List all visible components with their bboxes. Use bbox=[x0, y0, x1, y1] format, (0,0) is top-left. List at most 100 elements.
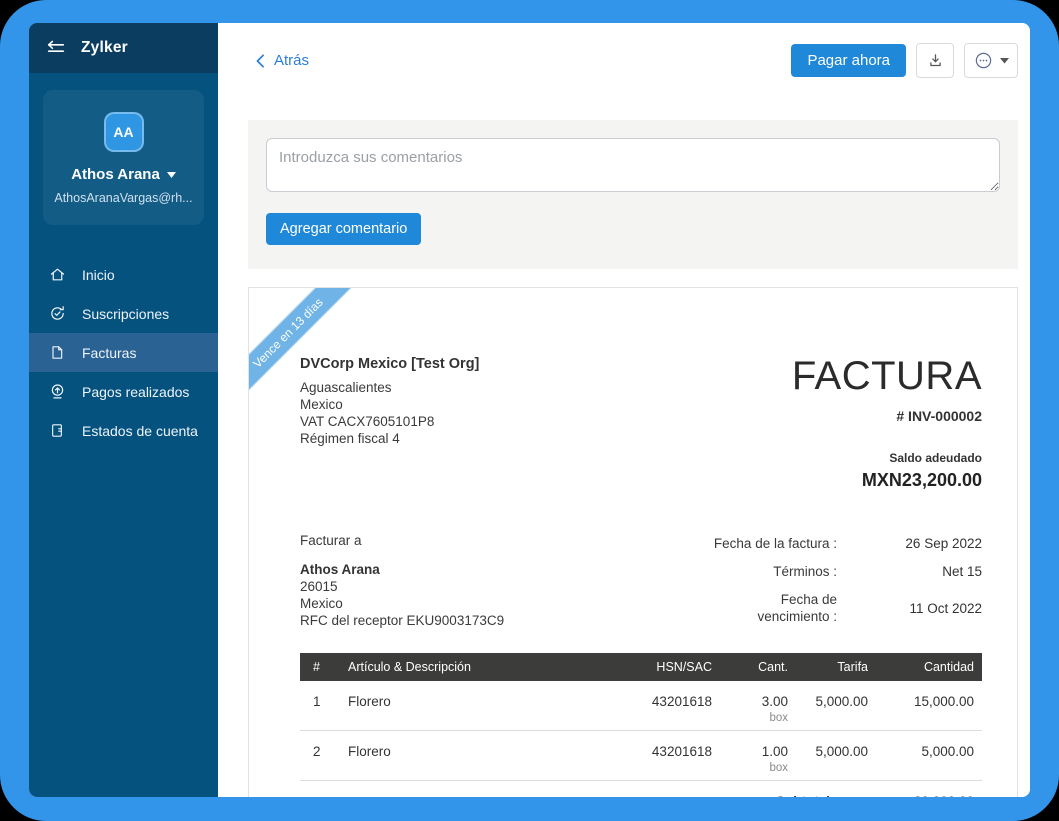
col-header-amount: Cantidad bbox=[876, 653, 982, 681]
table-row: 2 Florero 43201618 1.00 box 5,000.00 5,0… bbox=[300, 731, 982, 781]
billing-section: Facturar a Athos Arana 26015 Mexico RFC … bbox=[300, 533, 982, 629]
row-qty-value: 3.00 bbox=[728, 694, 788, 709]
col-header-hsn: HSN/SAC bbox=[620, 653, 720, 681]
more-options-button[interactable] bbox=[964, 43, 1018, 78]
terms-label: Términos : bbox=[705, 563, 837, 580]
col-header-rate: Tarifa bbox=[796, 653, 876, 681]
home-icon bbox=[48, 266, 66, 283]
download-button[interactable] bbox=[916, 43, 954, 78]
sidebar-header: Zylker bbox=[29, 23, 218, 73]
invoice-number: # INV-000002 bbox=[792, 408, 982, 424]
invoice-header: DVCorp Mexico [Test Org] Aguascalientes … bbox=[300, 356, 982, 491]
window-frame: Zylker AA Athos Arana AthosAranaVargas@r… bbox=[0, 0, 1059, 821]
meta-row-terms: Términos : Net 15 bbox=[705, 563, 982, 580]
row-hsn: 43201618 bbox=[620, 681, 720, 731]
invoice-meta: Fecha de la factura : 26 Sep 2022 Términ… bbox=[705, 535, 982, 629]
balance-due-label: Saldo adeudado bbox=[792, 451, 982, 465]
sidebar-item-pagos-realizados[interactable]: Pagos realizados bbox=[29, 372, 218, 411]
row-rate: 5,000.00 bbox=[796, 681, 876, 731]
caret-down-icon bbox=[1000, 58, 1009, 64]
avatar: AA bbox=[104, 112, 144, 152]
comment-input[interactable] bbox=[266, 138, 1000, 192]
invoice-title: FACTURA bbox=[792, 356, 982, 396]
brand-name: Zylker bbox=[81, 39, 128, 57]
profile-card: AA Athos Arana AthosAranaVargas@rh... bbox=[43, 90, 204, 225]
row-item: Florero bbox=[340, 681, 620, 731]
invoice-document: Vence en 13 días DVCorp Mexico [Test Org… bbox=[248, 287, 1018, 797]
col-header-item: Artículo & Descripción bbox=[340, 653, 620, 681]
collapse-sidebar-icon[interactable] bbox=[46, 39, 66, 57]
back-label: Atrás bbox=[274, 52, 309, 69]
comment-panel: Agregar comentario bbox=[248, 120, 1018, 269]
bill-to-name: Athos Arana bbox=[300, 561, 504, 578]
sidebar-item-facturas[interactable]: Facturas bbox=[29, 333, 218, 372]
subtotal-row: Subtotal 20,000.00 bbox=[300, 781, 982, 797]
meta-row-due-date: Fecha de vencimiento : 11 Oct 2022 bbox=[705, 591, 982, 625]
subtotal-label: Subtotal bbox=[680, 794, 830, 797]
row-rate: 5,000.00 bbox=[796, 731, 876, 781]
row-amount: 15,000.00 bbox=[876, 681, 982, 731]
bill-to-label: Facturar a bbox=[300, 533, 504, 548]
table-row: 1 Florero 43201618 3.00 box 5,000.00 15,… bbox=[300, 681, 982, 731]
add-comment-button[interactable]: Agregar comentario bbox=[266, 213, 421, 245]
sidebar-item-label: Pagos realizados bbox=[82, 384, 189, 400]
col-header-qty: Cant. bbox=[720, 653, 796, 681]
row-qty-value: 1.00 bbox=[728, 744, 788, 759]
row-num: 1 bbox=[300, 681, 340, 731]
pay-now-button[interactable]: Pagar ahora bbox=[791, 44, 906, 77]
sidebar-item-label: Facturas bbox=[82, 345, 136, 361]
sidebar-item-suscripciones[interactable]: Suscripciones bbox=[29, 294, 218, 333]
download-icon bbox=[927, 52, 944, 69]
sidebar-item-inicio[interactable]: Inicio bbox=[29, 255, 218, 294]
row-qty-unit: box bbox=[728, 762, 788, 774]
due-date-value: 11 Oct 2022 bbox=[837, 601, 982, 616]
bill-to-line: Mexico bbox=[300, 595, 504, 612]
company-vat: VAT CACX7605101P8 bbox=[300, 413, 479, 430]
row-qty-unit: box bbox=[728, 712, 788, 724]
company-address-line: Aguascalientes bbox=[300, 379, 479, 396]
invoice-file-icon bbox=[48, 344, 66, 361]
row-num: 2 bbox=[300, 731, 340, 781]
sidebar-item-label: Estados de cuenta bbox=[82, 423, 198, 439]
company-block: DVCorp Mexico [Test Org] Aguascalientes … bbox=[300, 356, 479, 447]
profile-name: Athos Arana bbox=[71, 166, 160, 183]
back-button[interactable]: Atrás bbox=[256, 52, 309, 69]
sidebar-item-estados-de-cuenta[interactable]: Estados de cuenta bbox=[29, 411, 218, 450]
ellipsis-circle-icon bbox=[974, 51, 993, 70]
bill-to-block: Facturar a Athos Arana 26015 Mexico RFC … bbox=[300, 533, 504, 629]
company-fiscal-regime: Régimen fiscal 4 bbox=[300, 430, 479, 447]
subtotal-value: 20,000.00 bbox=[876, 794, 974, 797]
company-address-line: Mexico bbox=[300, 396, 479, 413]
col-header-num: # bbox=[300, 653, 340, 681]
chevron-left-icon bbox=[256, 54, 265, 68]
row-amount: 5,000.00 bbox=[876, 731, 982, 781]
meta-row-invoice-date: Fecha de la factura : 26 Sep 2022 bbox=[705, 535, 982, 552]
statement-icon bbox=[48, 422, 66, 439]
action-buttons: Pagar ahora bbox=[791, 43, 1018, 78]
subscriptions-sync-icon bbox=[48, 305, 66, 322]
company-name: DVCorp Mexico [Test Org] bbox=[300, 356, 479, 372]
avatar-initials: AA bbox=[113, 124, 133, 140]
sidebar-item-label: Inicio bbox=[82, 267, 115, 283]
chevron-down-icon bbox=[167, 172, 176, 178]
topbar: Atrás Pagar ahora bbox=[218, 23, 1030, 78]
payments-upload-icon bbox=[48, 383, 66, 400]
sidebar-nav: Inicio Suscripciones bbox=[29, 255, 218, 450]
sidebar-item-label: Suscripciones bbox=[82, 306, 169, 322]
bill-to-line: 26015 bbox=[300, 578, 504, 595]
table-header-row: # Artículo & Descripción HSN/SAC Cant. T… bbox=[300, 653, 982, 681]
row-qty: 3.00 box bbox=[720, 681, 796, 731]
row-qty: 1.00 box bbox=[720, 731, 796, 781]
row-item: Florero bbox=[340, 731, 620, 781]
balance-due-value: MXN23,200.00 bbox=[792, 470, 982, 491]
bill-to-rfc: RFC del receptor EKU9003173C9 bbox=[300, 612, 504, 629]
main-content: Atrás Pagar ahora bbox=[218, 23, 1030, 797]
invoice-date-value: 26 Sep 2022 bbox=[837, 536, 982, 551]
portal-window: Zylker AA Athos Arana AthosAranaVargas@r… bbox=[29, 23, 1030, 797]
row-hsn: 43201618 bbox=[620, 731, 720, 781]
terms-value: Net 15 bbox=[837, 564, 982, 579]
sidebar: Zylker AA Athos Arana AthosAranaVargas@r… bbox=[29, 23, 218, 797]
invoice-date-label: Fecha de la factura : bbox=[705, 535, 837, 552]
profile-name-menu[interactable]: Athos Arana bbox=[51, 166, 196, 183]
due-date-label: Fecha de vencimiento : bbox=[705, 591, 837, 625]
